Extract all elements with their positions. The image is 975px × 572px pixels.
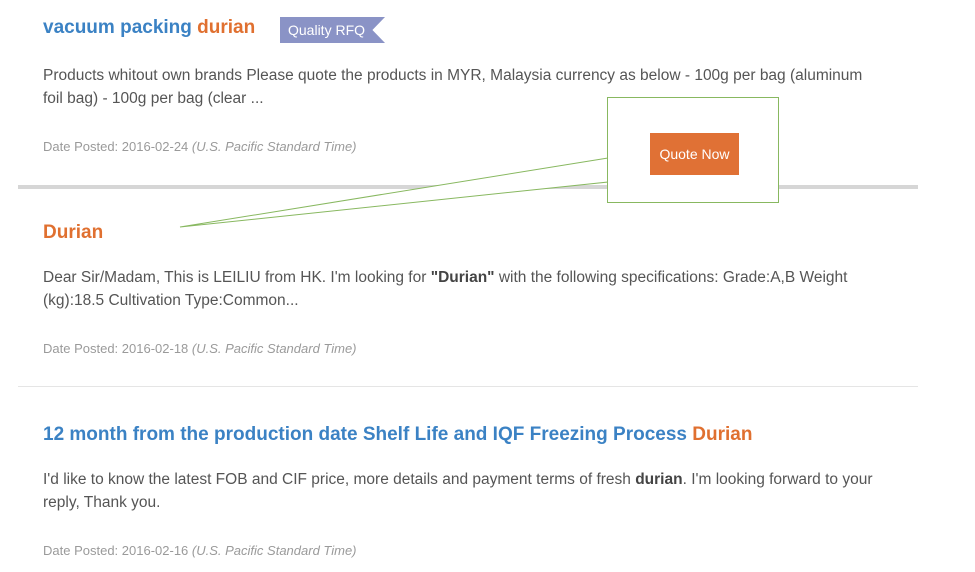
callout-pointer-shape — [179, 157, 609, 228]
callout-pointer — [179, 157, 609, 228]
quote-now-button[interactable]: Quote Now — [650, 133, 739, 175]
